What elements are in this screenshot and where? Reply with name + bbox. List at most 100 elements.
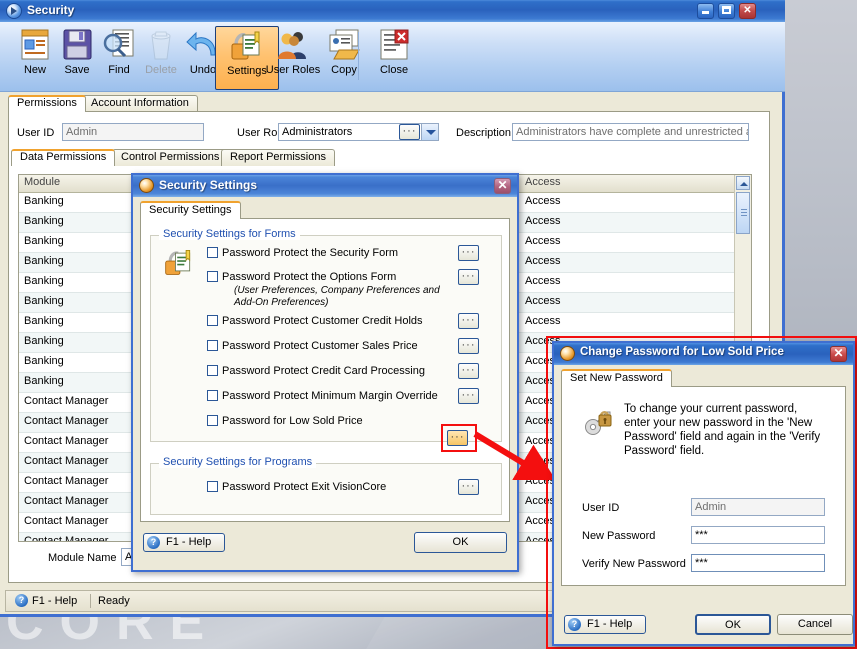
checkbox-password-protect-customer-credit-holds[interactable] xyxy=(207,315,218,326)
scroll-up-button[interactable] xyxy=(736,176,750,190)
change-password-ok-button[interactable]: OK xyxy=(695,614,771,635)
forms-group-title: Security Settings for Forms xyxy=(159,228,300,240)
close-button[interactable]: ✕ xyxy=(739,3,756,19)
cell-access: Access xyxy=(525,295,561,307)
cell-module: Contact Manager xyxy=(24,515,109,527)
form-item-label: Password Protect the Security Form xyxy=(222,247,399,259)
new-password-input[interactable]: *** xyxy=(691,526,825,544)
ellipsis-button-credit-card-processing[interactable]: ··· xyxy=(458,363,479,379)
tab-label: Set New Password xyxy=(570,372,663,384)
checkbox-password-protect-security-form[interactable] xyxy=(207,247,218,258)
form-item-sublabel: Add-On Preferences) xyxy=(234,297,329,308)
change-password-description: To change your current password, enter y… xyxy=(624,403,821,457)
cell-module: Contact Manager xyxy=(24,495,109,507)
user-id-label: User ID xyxy=(17,127,55,139)
user-id-input[interactable]: Admin xyxy=(691,498,825,516)
security-settings-ok-button[interactable]: OK xyxy=(414,532,507,553)
change-password-cancel-button[interactable]: Cancel xyxy=(777,614,853,635)
change-password-titlebar[interactable]: Change Password for Low Sold Price ✕ xyxy=(554,343,853,365)
forms-groupbox xyxy=(150,235,502,442)
form-item-label: Password Protect Minimum Margin Override xyxy=(222,390,438,402)
help-label: F1 - Help xyxy=(587,618,633,630)
help-label: F1 - Help xyxy=(166,536,212,548)
tab-security-settings[interactable]: Security Settings xyxy=(140,201,241,219)
ellipsis-button-minimum-margin-override[interactable]: ··· xyxy=(458,388,479,404)
maximize-button[interactable] xyxy=(718,3,735,19)
form-item-label: Password Protect Credit Card Processing xyxy=(222,365,425,377)
top-tab-bar: Permissions Account Information xyxy=(8,95,778,112)
tab-report-permissions[interactable]: Report Permissions xyxy=(221,149,335,166)
checkbox-password-protect-credit-card-processing[interactable] xyxy=(207,365,218,376)
cell-access: Access xyxy=(525,275,561,287)
tab-label: Control Permissions xyxy=(121,151,220,163)
toolbar-label: Close xyxy=(379,64,409,76)
window-title: Security xyxy=(27,3,75,17)
minimize-button[interactable] xyxy=(697,3,714,19)
tab-label: Permissions xyxy=(17,97,77,109)
user-role-dropdown-button[interactable] xyxy=(421,123,439,141)
app-orb-icon xyxy=(6,3,22,19)
tab-set-new-password[interactable]: Set New Password xyxy=(561,369,672,387)
security-settings-close-button[interactable]: ✕ xyxy=(494,178,511,194)
security-settings-dialog: Security Settings ✕ Security Settings Se… xyxy=(131,173,519,572)
checkbox-password-for-low-sold-price[interactable] xyxy=(207,415,218,426)
cell-module: Banking xyxy=(24,375,64,387)
ellipsis-button-security-form[interactable]: ··· xyxy=(458,245,479,261)
ellipsis-button-customer-sales-price[interactable]: ··· xyxy=(458,338,479,354)
cell-access: Access xyxy=(525,195,561,207)
toolbar-button-close[interactable]: Close xyxy=(363,26,425,88)
scrollbar-thumb[interactable] xyxy=(736,192,750,234)
grid-column-header-module[interactable]: Module xyxy=(24,176,60,188)
cell-access: Access xyxy=(525,235,561,247)
security-settings-tab-body: Security Settings for Forms Password Pro… xyxy=(140,218,510,522)
help-question-icon: ? xyxy=(568,618,581,631)
key-padlock-icon xyxy=(582,405,616,439)
form-item-label: Password Protect Customer Sales Price xyxy=(222,340,418,352)
programs-group-title: Security Settings for Programs xyxy=(159,456,317,468)
user-id-input[interactable]: Admin xyxy=(62,123,204,141)
checkbox-password-protect-exit-visioncore[interactable] xyxy=(207,481,218,492)
main-titlebar[interactable]: Security ✕ xyxy=(0,0,785,23)
checkbox-password-protect-options-form[interactable] xyxy=(207,271,218,282)
cell-module: Contact Manager xyxy=(24,435,109,447)
ellipsis-button-exit-visioncore[interactable]: ··· xyxy=(458,479,479,495)
cell-module: Banking xyxy=(24,315,64,327)
security-settings-title: Security Settings xyxy=(159,178,258,192)
tab-account-information[interactable]: Account Information xyxy=(82,95,198,112)
status-text: Ready xyxy=(98,595,130,607)
change-password-tab-body: To change your current password, enter y… xyxy=(561,386,846,586)
description-input[interactable]: Administrators have complete and unrestr… xyxy=(512,123,749,141)
verify-new-password-label: Verify New Password xyxy=(582,558,686,570)
cell-module: Banking xyxy=(24,335,64,347)
close-document-icon xyxy=(376,28,412,62)
tab-permissions[interactable]: Permissions xyxy=(8,95,86,112)
security-settings-help-button[interactable]: ? F1 - Help xyxy=(143,533,225,552)
user-role-ellipsis-button[interactable]: ··· xyxy=(399,124,420,140)
ellipsis-button-customer-credit-holds[interactable]: ··· xyxy=(458,313,479,329)
tab-label: Report Permissions xyxy=(230,151,326,163)
users-group-icon xyxy=(275,28,311,62)
form-item-label: Password for Low Sold Price xyxy=(222,415,363,427)
verify-new-password-input[interactable]: *** xyxy=(691,554,825,572)
security-settings-titlebar[interactable]: Security Settings ✕ xyxy=(133,175,517,197)
checkbox-password-protect-minimum-margin-override[interactable] xyxy=(207,390,218,401)
cell-module: Banking xyxy=(24,355,64,367)
app-orb-icon xyxy=(139,178,154,193)
tab-control-permissions[interactable]: Control Permissions xyxy=(112,149,229,166)
minimize-icon xyxy=(702,11,709,14)
help-question-icon: ? xyxy=(15,594,28,607)
status-help-button[interactable]: ? F1 - Help xyxy=(12,592,77,612)
cell-module: Banking xyxy=(24,255,64,267)
cell-access: Access xyxy=(525,315,561,327)
change-password-help-button[interactable]: ? F1 - Help xyxy=(564,615,646,634)
help-question-icon: ? xyxy=(147,536,160,549)
scrollbar-grip-icon xyxy=(741,209,747,210)
checkbox-password-protect-customer-sales-price[interactable] xyxy=(207,340,218,351)
ellipsis-button-options-form[interactable]: ··· xyxy=(458,269,479,285)
grid-column-header-access[interactable]: Access xyxy=(525,176,560,188)
tab-data-permissions[interactable]: Data Permissions xyxy=(11,149,116,166)
change-password-close-button[interactable]: ✕ xyxy=(830,346,847,362)
ellipsis-button-low-sold-price[interactable]: ··· xyxy=(447,430,468,446)
cell-module: Contact Manager xyxy=(24,415,109,427)
cell-module: Banking xyxy=(24,195,64,207)
